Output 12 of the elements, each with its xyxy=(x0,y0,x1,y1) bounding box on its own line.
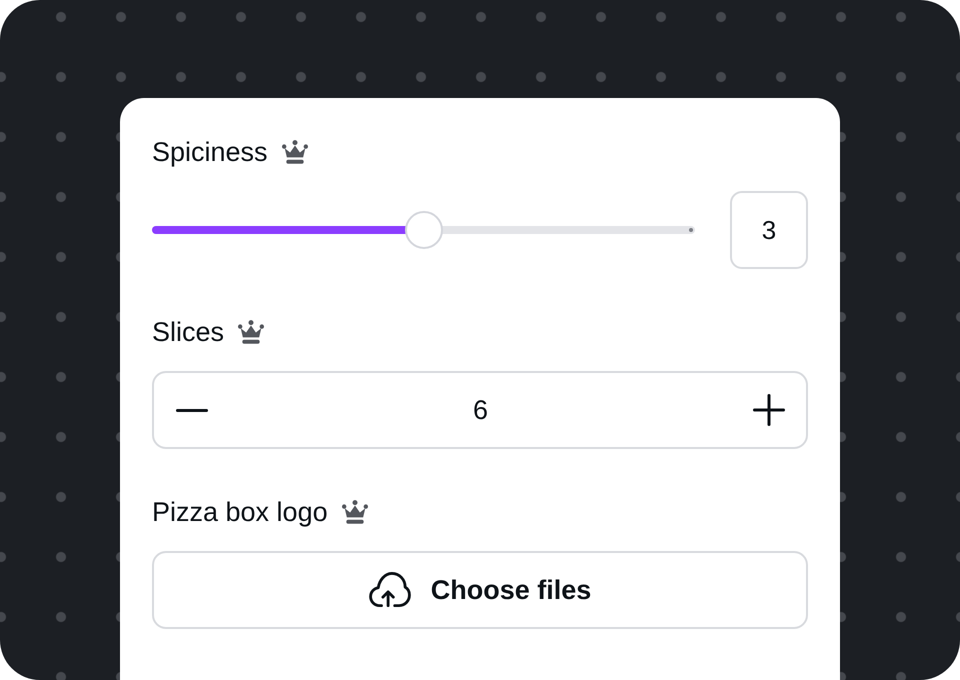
field-label: Slices xyxy=(152,316,224,348)
minus-icon xyxy=(176,408,208,412)
slider-track[interactable] xyxy=(152,210,695,250)
slider-thumb[interactable] xyxy=(404,211,442,249)
field-label: Spiciness xyxy=(152,136,268,168)
cloud-upload-icon xyxy=(368,572,411,608)
field-label: Pizza box logo xyxy=(152,496,328,528)
value-field[interactable]: 3 xyxy=(730,191,808,269)
stepper-value: 6 xyxy=(472,394,488,426)
end-dot-icon xyxy=(689,228,693,232)
plus-icon xyxy=(753,394,785,426)
upload-button[interactable]: Choose files xyxy=(152,551,808,629)
